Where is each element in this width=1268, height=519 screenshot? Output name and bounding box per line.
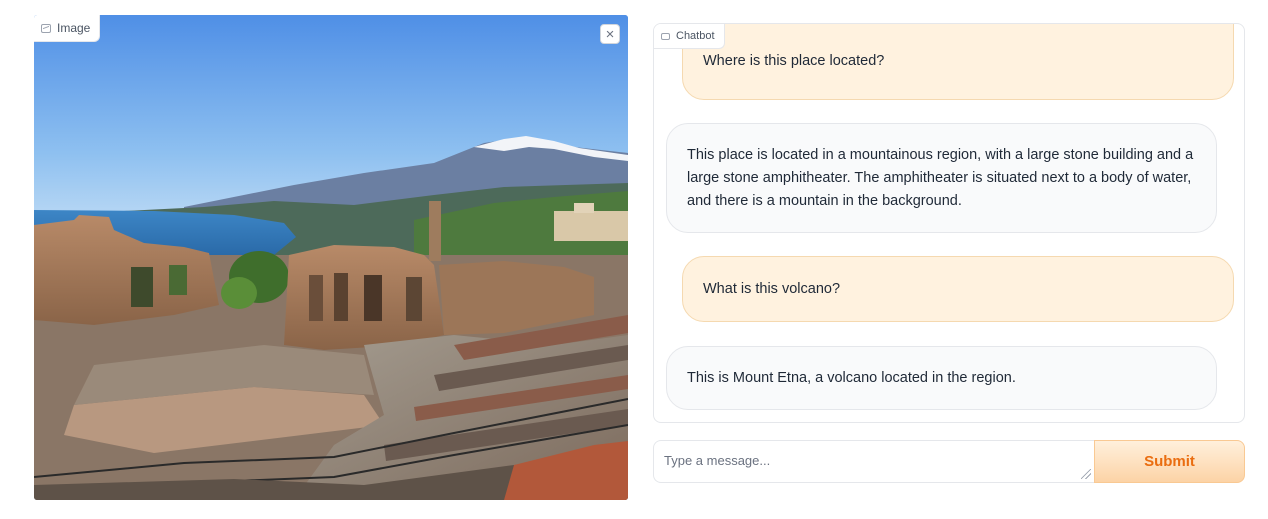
image-icon (41, 23, 51, 33)
image-panel-label-text: Image (57, 21, 91, 35)
chatbot-panel-label: Chatbot (654, 24, 725, 49)
message-input[interactable] (654, 441, 1094, 482)
chat-message-bot: This is Mount Etna, a volcano located in… (666, 346, 1217, 410)
chat-message-text: What is this volcano? (703, 280, 841, 297)
message-input-box (653, 440, 1094, 483)
chat-message-text: This place is located in a mountainous r… (687, 146, 1194, 209)
chatbot-panel-label-text: Chatbot (676, 30, 715, 42)
photo-ancient-theatre (34, 15, 628, 500)
close-icon[interactable]: × (606, 27, 615, 42)
image-panel-label: Image (34, 15, 101, 42)
image-panel: Image × (34, 15, 628, 500)
submit-button[interactable]: Submit (1094, 440, 1245, 483)
chat-message-user: Where is this place located? (682, 24, 1234, 100)
chatbot-panel: Where is this place located? This place … (653, 23, 1245, 423)
chat-message-user: What is this volcano? (682, 256, 1234, 322)
submit-button-label: Submit (1144, 453, 1195, 470)
chat-message-text: This is Mount Etna, a volcano located in… (687, 369, 1016, 386)
resize-grip-icon[interactable] (1081, 469, 1091, 479)
chat-message-text: Where is this place located? (703, 52, 885, 69)
chat-icon (661, 32, 670, 40)
chat-message-bot: This place is located in a mountainous r… (666, 123, 1217, 233)
close-image-button[interactable]: × (600, 24, 620, 44)
